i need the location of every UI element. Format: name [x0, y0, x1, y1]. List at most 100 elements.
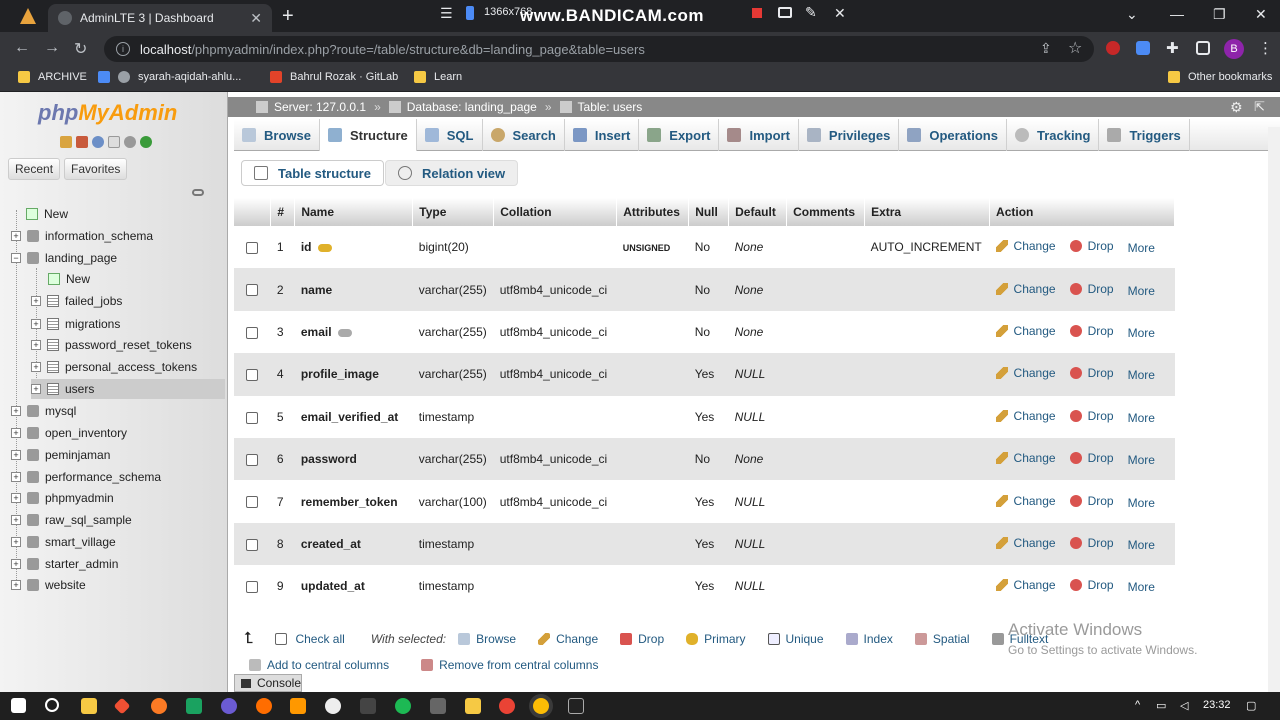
- tab-triggers[interactable]: Triggers: [1099, 119, 1190, 151]
- search-icon[interactable]: [45, 698, 59, 712]
- more-button[interactable]: More: [1128, 496, 1155, 510]
- terminal-icon[interactable]: [568, 698, 584, 714]
- expand-icon[interactable]: +: [11, 231, 21, 241]
- windows-start-icon[interactable]: [11, 698, 26, 713]
- chrome-active-icon[interactable]: [533, 698, 549, 714]
- network-icon[interactable]: ▭: [1156, 699, 1166, 712]
- bulk-change-button[interactable]: Change: [538, 632, 598, 646]
- more-button[interactable]: More: [1128, 284, 1155, 298]
- row-checkbox[interactable]: [246, 242, 259, 255]
- clock[interactable]: 23:32: [1203, 699, 1231, 711]
- notification-icon[interactable]: ▢: [1246, 699, 1256, 712]
- more-button[interactable]: More: [1128, 326, 1155, 340]
- expand-icon[interactable]: +: [11, 406, 21, 416]
- expand-icon[interactable]: +: [31, 362, 41, 372]
- expand-icon[interactable]: +: [11, 537, 21, 547]
- drop-button[interactable]: Drop: [1069, 239, 1114, 253]
- tab-close-icon[interactable]: ✕: [250, 10, 262, 27]
- collapse-icon[interactable]: −: [11, 253, 21, 263]
- change-button[interactable]: Change: [995, 451, 1056, 465]
- console-toggle[interactable]: Console: [234, 674, 302, 692]
- expand-icon[interactable]: +: [31, 319, 41, 329]
- reload-icon[interactable]: ↻: [74, 39, 87, 59]
- docs-icon[interactable]: [108, 136, 120, 148]
- spotify-icon[interactable]: [395, 698, 411, 714]
- tree-db-phpmyadmin[interactable]: + phpmyadmin: [11, 488, 114, 508]
- expand-icon[interactable]: +: [11, 450, 21, 460]
- row-checkbox[interactable]: [246, 369, 259, 382]
- more-button[interactable]: More: [1128, 538, 1155, 552]
- row-checkbox[interactable]: [246, 538, 259, 551]
- extension-red-icon[interactable]: [1106, 41, 1120, 55]
- bookmark-other[interactable]: Other bookmarks: [1168, 71, 1272, 83]
- drop-button[interactable]: Drop: [1069, 578, 1114, 592]
- tab-search-icon[interactable]: ⌄: [1126, 6, 1138, 23]
- drop-button[interactable]: Drop: [1069, 536, 1114, 550]
- new-tab-button[interactable]: +: [282, 5, 294, 28]
- expand-icon[interactable]: +: [31, 340, 41, 350]
- tree-landing-new-table[interactable]: New: [48, 269, 90, 289]
- tree-db-raw-sql-sample[interactable]: + raw_sql_sample: [11, 510, 132, 530]
- pma-logo[interactable]: phpMyAdmin: [38, 100, 177, 126]
- expand-icon[interactable]: +: [11, 515, 21, 525]
- link-with-main-icon[interactable]: [192, 189, 204, 196]
- change-button[interactable]: Change: [995, 366, 1056, 380]
- bulk-drop-button[interactable]: Drop: [620, 632, 664, 646]
- tree-db-landing-page[interactable]: − landing_page: [11, 248, 117, 268]
- extensions-puzzle-icon[interactable]: ✚: [1166, 39, 1179, 57]
- tree-db-starter-admin[interactable]: + starter_admin: [11, 554, 118, 574]
- change-button[interactable]: Change: [995, 282, 1056, 296]
- restore-icon[interactable]: ❐: [1213, 6, 1226, 23]
- tree-db-smart-village[interactable]: + smart_village: [11, 532, 116, 552]
- change-button[interactable]: Change: [995, 578, 1056, 592]
- help-icon[interactable]: [92, 136, 104, 148]
- bookmark-star-icon[interactable]: ☆: [1068, 38, 1082, 58]
- collapse-top-icon[interactable]: ⇱: [1254, 99, 1265, 115]
- tree-db-information-schema[interactable]: + information_schema: [11, 226, 153, 246]
- site-info-icon[interactable]: i: [116, 42, 130, 56]
- change-button[interactable]: Change: [995, 409, 1056, 423]
- address-bar[interactable]: i localhost/phpmyadmin/index.php?route=/…: [104, 36, 1094, 62]
- subtab-table-structure[interactable]: Table structure: [241, 160, 384, 186]
- tree-table-migrations[interactable]: + migrations: [31, 314, 120, 334]
- minimize-icon[interactable]: —: [1170, 6, 1184, 22]
- tab-operations[interactable]: Operations: [899, 119, 1007, 151]
- drop-button[interactable]: Drop: [1069, 324, 1114, 338]
- expand-icon[interactable]: +: [31, 296, 41, 306]
- xampp-icon[interactable]: [151, 698, 167, 714]
- logout-icon[interactable]: [76, 136, 88, 148]
- expand-icon[interactable]: +: [11, 493, 21, 503]
- check-all-label[interactable]: Check all: [295, 632, 344, 646]
- tab-export[interactable]: Export: [639, 119, 720, 151]
- share-icon[interactable]: ⇪: [1040, 40, 1052, 57]
- bulk-browse-button[interactable]: Browse: [458, 632, 516, 646]
- more-button[interactable]: More: [1128, 453, 1155, 467]
- change-button[interactable]: Change: [995, 239, 1056, 253]
- app-orange-icon[interactable]: [256, 698, 272, 714]
- tree-db-performance-schema[interactable]: + performance_schema: [11, 467, 161, 487]
- back-icon[interactable]: ←: [14, 39, 30, 57]
- bulk-index-button[interactable]: Index: [845, 632, 893, 646]
- settings-gear-icon[interactable]: ⚙: [1230, 99, 1243, 116]
- browser-menu-icon[interactable]: ⋮: [1258, 39, 1273, 57]
- tray-chevron-icon[interactable]: ^: [1135, 699, 1140, 711]
- breadcrumb-database[interactable]: Database: landing_page: [407, 100, 537, 114]
- drop-button[interactable]: Drop: [1069, 409, 1114, 423]
- bookmark-gitlab[interactable]: Bahrul Rozak · GitLab: [270, 71, 398, 83]
- remove-central-columns-button[interactable]: Remove from central columns: [421, 658, 598, 672]
- drop-button[interactable]: Drop: [1069, 282, 1114, 296]
- row-checkbox[interactable]: [246, 284, 259, 297]
- change-button[interactable]: Change: [995, 536, 1056, 550]
- drop-button[interactable]: Drop: [1069, 366, 1114, 380]
- tab-sql[interactable]: SQL: [417, 119, 483, 151]
- tree-db-peminjaman[interactable]: + peminjaman: [11, 445, 110, 465]
- tab-tracking[interactable]: Tracking: [1007, 119, 1100, 151]
- forward-icon[interactable]: →: [44, 39, 60, 57]
- breadcrumb-server[interactable]: Server: 127.0.0.1: [274, 100, 366, 114]
- tree-table-users[interactable]: + users: [31, 379, 225, 399]
- add-central-columns-button[interactable]: Add to central columns: [249, 658, 389, 672]
- drop-button[interactable]: Drop: [1069, 494, 1114, 508]
- tree-table-failed-jobs[interactable]: + failed_jobs: [31, 291, 122, 311]
- chrome-icon[interactable]: [499, 698, 515, 714]
- bookmark-archive[interactable]: ARCHIVE: [18, 71, 87, 83]
